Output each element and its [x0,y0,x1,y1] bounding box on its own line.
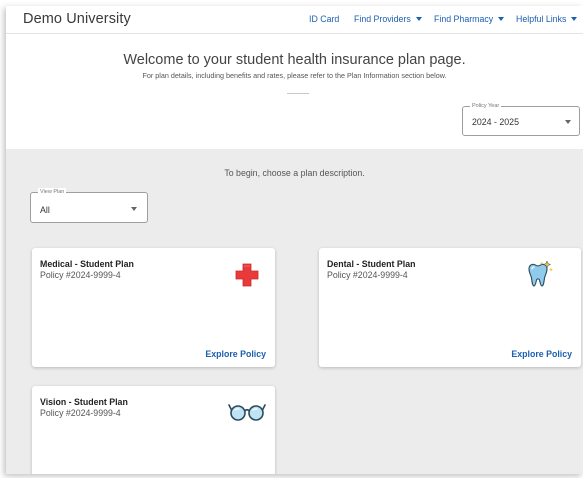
glasses-icon [228,400,266,427]
chevron-down-icon [498,17,505,21]
chevron-down-icon [131,207,137,211]
nav-id-card-label: ID Card [309,14,340,24]
page-subtitle: For plan details, including benefits and… [142,71,447,80]
view-plan-value: All [40,205,50,215]
chevron-down-icon [565,120,571,124]
plan-card-policy: Policy #2024-9999-4 [327,270,408,280]
tooth-icon [523,260,553,295]
explore-policy-link[interactable]: Explore Policy [511,349,572,359]
policy-year-label: Policy Year [470,102,502,110]
plan-card-title: Medical - Student Plan [40,259,134,269]
plan-card-policy: Policy #2024-9999-4 [40,270,121,280]
brand-title: Demo University [23,11,131,27]
policy-year-select[interactable]: Policy Year 2024 - 2025 [462,102,580,136]
nav-find-pharmacy-label: Find Pharmacy [434,14,494,24]
plans-prompt: To begin, choose a plan description. [224,168,365,178]
chevron-down-icon [571,17,578,21]
plan-card-title: Vision - Student Plan [40,397,128,407]
medical-cross-icon [235,263,259,292]
view-plan-label: View Plan [38,188,67,196]
page-title: Welcome to your student health insurance… [123,52,466,68]
policy-year-value: 2024 - 2025 [472,117,519,127]
plan-card-vision[interactable]: Vision - Student Plan Policy #2024-9999-… [32,386,275,474]
nav-id-card[interactable]: ID Card [309,14,339,24]
top-nav: Demo University ID Card Find Providers F… [6,6,583,34]
plan-card-title: Dental - Student Plan [327,259,416,269]
nav-helpful-links[interactable]: Helpful Links [516,14,578,24]
divider [287,93,309,94]
chevron-down-icon [415,17,422,21]
view-plan-select[interactable]: View Plan All [30,188,148,223]
nav-find-providers-label: Find Providers [354,14,411,24]
plan-card-medical[interactable]: Medical - Student Plan Policy #2024-9999… [32,248,275,367]
plan-card-policy: Policy #2024-9999-4 [40,408,121,418]
nav-find-providers[interactable]: Find Providers [354,14,422,24]
nav-helpful-links-label: Helpful Links [516,14,567,24]
explore-policy-link[interactable]: Explore Policy [205,349,266,359]
nav-find-pharmacy[interactable]: Find Pharmacy [434,14,505,24]
app-window: Demo University ID Card Find Providers F… [6,6,583,474]
plan-card-dental[interactable]: Dental - Student Plan Policy #2024-9999-… [319,248,581,367]
